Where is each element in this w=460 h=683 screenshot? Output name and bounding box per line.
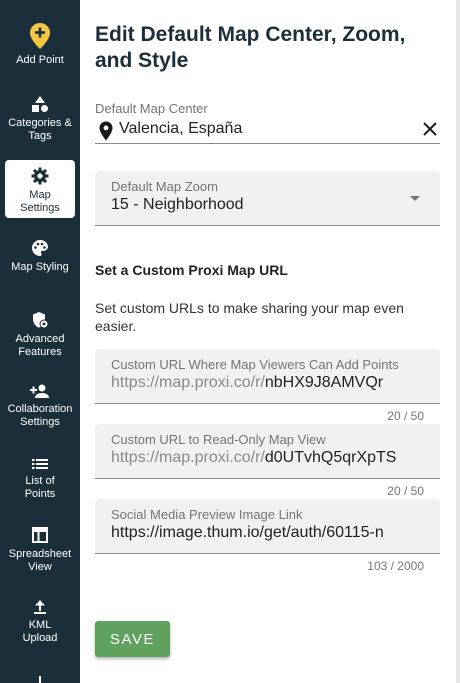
map-zoom-label: Default Map Zoom [111,179,218,194]
sidebar-item-label: Map Settings [20,189,60,214]
sidebar-item-map-styling[interactable]: Map Styling [0,239,80,289]
sidebar-item-label: Spreadsheet View [8,548,72,573]
add-location-icon [30,23,50,49]
shapes-icon [32,96,48,112]
map-center-label: Default Map Center [95,101,208,116]
social-preview-field[interactable]: Social Media Preview Image Link https://… [95,499,440,554]
add-points-url-field[interactable]: Custom URL Where Map Viewers Can Add Poi… [95,349,440,404]
scrollbar-track[interactable] [456,0,460,683]
sidebar-item-map-settings[interactable]: Map Settings [5,160,75,218]
shield-icon [33,312,49,329]
add-points-url-value: nbHX9J8AMVQr [264,374,384,391]
sidebar-item-collaboration-settings[interactable]: Collaboration Settings [0,383,80,435]
upload-icon [34,600,46,614]
readonly-url-counter: 20 / 50 [387,484,424,498]
sidebar-item-label: Advanced Features [15,333,65,358]
readonly-url-value: d0UTvhQ5qrXpTS [264,449,397,466]
sidebar-item-categories-tags[interactable]: Categories & Tags [0,95,80,145]
add-person-icon [30,384,49,398]
map-settings-panel: Edit Default Map Center, Zoom, and Style… [95,0,440,683]
add-points-url-input[interactable]: https://map.proxi.co/r/nbHX9J8AMVQr [111,374,383,392]
readonly-url-label: Custom URL to Read-Only Map View [111,432,326,447]
add-points-url-label: Custom URL Where Map Viewers Can Add Poi… [111,357,399,372]
close-icon[interactable] [422,121,438,137]
sidebar-item-spreadsheet-view[interactable]: Spreadsheet View [0,526,80,578]
palette-icon [32,240,48,256]
sidebar-item-add-point[interactable]: Add Point [0,22,80,74]
sidebar-item-label: Map Styling [11,261,69,273]
sidebar-item-label: Categories & Tags [8,117,72,142]
location-pin-icon [99,121,113,141]
chevron-down-icon[interactable] [410,196,420,201]
sidebar-item-advanced-features[interactable]: Advanced Features [0,311,80,363]
list-icon [32,459,48,469]
save-button[interactable]: SAVE [95,621,170,657]
social-preview-input[interactable]: https://image.thum.io/get/auth/60115-n [111,524,384,542]
sidebar-item-kml-upload[interactable]: KML Upload [0,599,80,651]
map-zoom-select[interactable]: Default Map Zoom 15 - Neighborhood [95,171,440,226]
download-icon [39,676,41,683]
sidebar-nav: Add Point Categories & Tags Map Settings [0,0,80,683]
map-zoom-value: 15 - Neighborhood [111,196,244,213]
social-preview-label: Social Media Preview Image Link [111,507,303,522]
sidebar-item-label: Collaboration Settings [7,403,73,428]
table-icon [32,527,48,543]
url-prefix: https://map.proxi.co/r/ [111,449,265,466]
add-points-url-counter: 20 / 50 [387,409,424,423]
social-preview-counter: 103 / 2000 [367,559,424,573]
page-title: Edit Default Map Center, Zoom, and Style [95,23,406,72]
custom-url-section-title: Set a Custom Proxi Map URL [95,262,288,278]
custom-url-section-description: Set custom URLs to make sharing your map… [95,300,404,334]
gear-icon [31,167,49,185]
readonly-url-input[interactable]: https://map.proxi.co/r/d0UTvhQ5qrXpTS [111,449,396,467]
readonly-url-field[interactable]: Custom URL to Read-Only Map View https:/… [95,424,440,479]
url-prefix: https://map.proxi.co/r/ [111,374,265,391]
map-center-field[interactable]: Valencia, España [95,118,440,144]
sidebar-item-label: KML Upload [22,619,58,644]
sidebar-item-list-of-points[interactable]: List of Points [0,457,80,507]
sidebar-item-label: List of Points [24,475,56,500]
sidebar-item-label: Add Point [16,54,64,66]
map-center-input[interactable]: Valencia, España [119,120,242,138]
